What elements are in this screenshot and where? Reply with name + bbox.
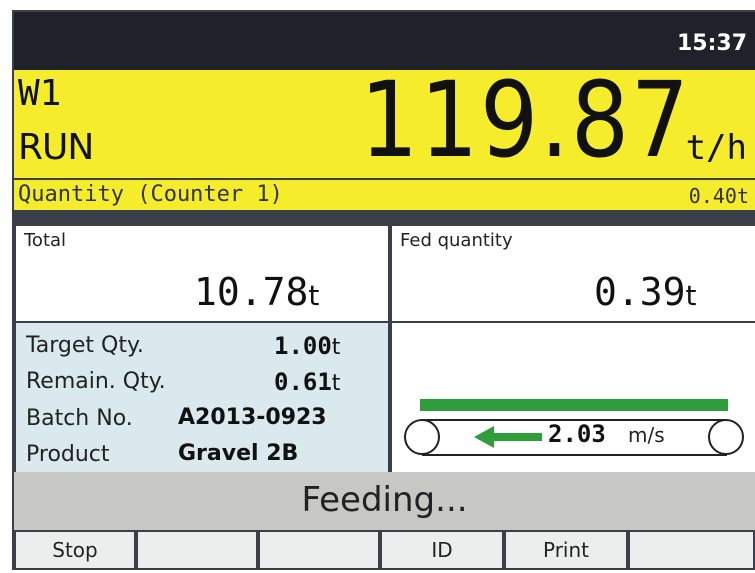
counter-label: Quantity (Counter 1)	[18, 182, 283, 207]
counter-bar: Quantity (Counter 1) 0.40t	[14, 178, 755, 210]
total-label: Total	[24, 230, 67, 251]
softkey-stop[interactable]: Stop	[16, 532, 134, 568]
right-roller-icon	[708, 419, 744, 455]
total-panel: Total 10.78t	[16, 226, 388, 321]
remain-qty-number: 0.61	[274, 368, 332, 396]
softkey-6[interactable]	[630, 532, 753, 568]
target-qty-unit: t	[331, 335, 341, 360]
total-value: 10.78t	[194, 270, 319, 314]
remain-qty-label: Remain. Qty.	[26, 369, 166, 394]
counter-value: 0.40t	[688, 184, 749, 208]
softkey-2[interactable]	[138, 532, 256, 568]
softkey-3[interactable]	[260, 532, 378, 568]
belt-panel: 2.03 m/s	[392, 323, 755, 472]
total-number: 10.78	[194, 270, 309, 314]
flow-rate-unit: t/h	[685, 128, 747, 168]
fed-quantity-label: Fed quantity	[400, 230, 513, 251]
weigher-id: W1	[18, 73, 62, 114]
product-label: Product	[26, 442, 110, 467]
main-readout-panel: W1 RUN 119.87 t/h	[14, 64, 755, 178]
batch-info-panel: Target Qty. 1.00t Remain. Qty. 0.61t Bat…	[16, 323, 388, 472]
batch-no-value: A2013-0923	[178, 405, 327, 430]
run-state: RUN	[18, 127, 94, 168]
fed-number: 0.39	[594, 270, 686, 314]
total-unit: t	[308, 279, 320, 312]
belt-diagram	[404, 399, 744, 456]
softkey-print[interactable]: Print	[506, 532, 626, 568]
batch-no-label: Batch No.	[26, 406, 133, 431]
status-bar: Feeding...	[14, 472, 755, 530]
clock: 15:37	[676, 31, 747, 56]
belt-speed-value: 2.03	[548, 420, 606, 448]
belt-speed-unit: m/s	[628, 423, 665, 447]
flow-rate-value: 119.87	[360, 59, 691, 181]
left-roller-icon	[404, 419, 440, 455]
fed-unit: t	[685, 279, 697, 312]
product-value: Gravel 2B	[178, 441, 299, 466]
fed-quantity-value: 0.39t	[594, 270, 697, 314]
softkey-id[interactable]: ID	[382, 532, 502, 568]
belt-load-bar	[420, 399, 728, 411]
target-qty-value: 1.00t	[274, 332, 340, 360]
fed-quantity-panel: Fed quantity 0.39t	[392, 226, 755, 321]
arrow-left-icon	[474, 426, 542, 448]
remain-qty-unit: t	[331, 371, 341, 396]
status-text: Feeding...	[301, 480, 468, 520]
target-qty-number: 1.00	[274, 332, 332, 360]
remain-qty-value: 0.61t	[274, 368, 340, 396]
softkey-bar: Stop ID Print	[14, 530, 755, 570]
target-qty-label: Target Qty.	[26, 333, 144, 358]
